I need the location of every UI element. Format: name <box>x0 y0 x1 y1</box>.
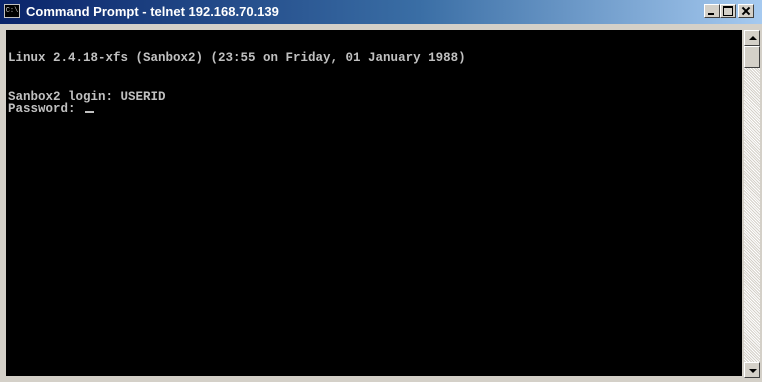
minimize-button[interactable] <box>704 4 720 18</box>
terminal-console[interactable]: Linux 2.4.18-xfs (Sanbox2) (23:55 on Fri… <box>6 30 742 376</box>
window-title: Command Prompt - telnet 192.168.70.139 <box>26 4 279 19</box>
scroll-thumb[interactable] <box>744 46 760 68</box>
scroll-down-button[interactable] <box>744 362 760 378</box>
terminal-line-banner: Linux 2.4.18-xfs (Sanbox2) (23:55 on Fri… <box>8 51 466 65</box>
command-prompt-window: C:\ Command Prompt - telnet 192.168.70.1… <box>0 0 762 382</box>
scroll-up-button[interactable] <box>744 30 760 46</box>
close-button[interactable] <box>738 4 754 18</box>
terminal-line-password[interactable]: Password: <box>8 102 95 116</box>
command-prompt-icon[interactable]: C:\ <box>4 4 20 18</box>
text-cursor <box>85 111 95 113</box>
password-prompt: Password: <box>8 102 84 116</box>
title-bar[interactable]: C:\ Command Prompt - telnet 192.168.70.1… <box>0 0 762 24</box>
vertical-scrollbar[interactable] <box>744 30 760 378</box>
maximize-button[interactable] <box>720 4 736 18</box>
